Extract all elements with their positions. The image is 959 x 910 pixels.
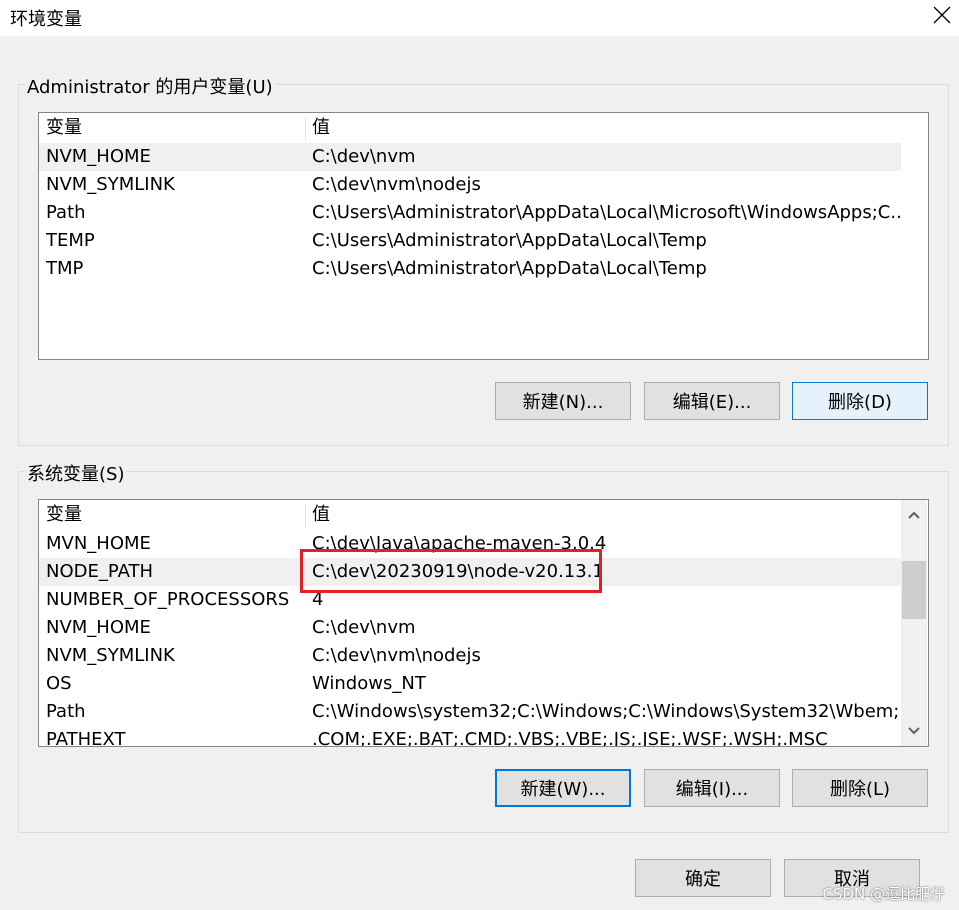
variable-name: NVM_SYMLINK	[46, 174, 175, 195]
variable-name: MVN_HOME	[46, 533, 151, 554]
column-header-name[interactable]: 变量	[46, 113, 82, 143]
system-var-row[interactable]: OS Windows_NT	[39, 670, 901, 698]
user-vars-group-label: Administrator 的用户变量(U)	[25, 73, 275, 99]
system-var-row[interactable]: Path C:\Windows\system32;C:\Windows;C:\Wi…	[39, 698, 901, 726]
user-var-row[interactable]: TEMP C:\Users\Administrator\AppData\Local…	[39, 227, 901, 255]
column-divider[interactable]	[305, 504, 306, 528]
title-bar: 环境变量	[0, 0, 959, 36]
close-icon[interactable]	[924, 0, 959, 30]
variable-value: C:\Users\Administrator\AppData\Local\Tem…	[312, 230, 707, 251]
user-edit-button[interactable]: 编辑(E)...	[644, 382, 780, 420]
variable-name: NODE_PATH	[46, 561, 154, 582]
system-vars-scrollbar[interactable]	[901, 500, 927, 746]
user-vars-list[interactable]: 变量 值 NVM_HOME C:\dev\nvm NVM_SYMLINK C:\dev…	[38, 112, 929, 360]
user-var-row[interactable]: TMP C:\Users\Administrator\AppData\Local\…	[39, 255, 901, 283]
system-edit-button[interactable]: 编辑(I)...	[644, 769, 780, 807]
variable-value: C:\Users\Administrator\AppData\Local\Mic…	[312, 202, 901, 223]
column-header-value[interactable]: 值	[312, 500, 330, 530]
annotation-highlight-box	[300, 549, 602, 593]
variable-name: Path	[46, 202, 86, 223]
variable-value: C:\dev\nvm	[312, 617, 416, 638]
column-header-name[interactable]: 变量	[46, 500, 82, 530]
user-var-row[interactable]: Path C:\Users\Administrator\AppData\Local…	[39, 199, 901, 227]
column-header-value[interactable]: 值	[312, 113, 330, 143]
variable-value: C:\dev\nvm	[312, 146, 416, 167]
variable-value: C:\dev\nvm\nodejs	[312, 174, 481, 195]
variable-name: TEMP	[46, 230, 95, 251]
column-divider[interactable]	[305, 117, 306, 141]
variable-name: NUMBER_OF_PROCESSORS	[46, 589, 290, 610]
variable-name: NVM_SYMLINK	[46, 645, 175, 666]
variable-name: NVM_HOME	[46, 146, 151, 167]
system-vars-group-label: 系统变量(S)	[25, 460, 127, 486]
variable-name: TMP	[46, 258, 84, 279]
system-var-row[interactable]: NVM_HOME C:\dev\nvm	[39, 614, 901, 642]
user-delete-button[interactable]: 删除(D)	[792, 382, 928, 420]
variable-value: C:\dev\nvm\nodejs	[312, 645, 481, 666]
variable-name: NVM_HOME	[46, 617, 151, 638]
user-var-row[interactable]: NVM_SYMLINK C:\dev\nvm\nodejs	[39, 171, 901, 199]
system-vars-list[interactable]: 变量 值 MVN_HOME C:\dev\Java\apache-maven-3.…	[38, 499, 929, 747]
variable-name: Path	[46, 701, 86, 722]
window-title: 环境变量	[10, 9, 82, 30]
ok-button[interactable]: 确定	[635, 859, 771, 897]
user-vars-header: 变量 值	[39, 113, 901, 143]
watermark: CSDN @逗比肥仔	[822, 885, 945, 903]
scrollbar-thumb[interactable]	[902, 561, 926, 619]
chevron-up-icon[interactable]	[901, 500, 927, 530]
user-var-row[interactable]: NVM_HOME C:\dev\nvm	[39, 143, 901, 171]
system-vars-header: 变量 值	[39, 500, 901, 530]
variable-name: OS	[46, 673, 72, 694]
variable-value: Windows_NT	[312, 673, 426, 694]
user-new-button[interactable]: 新建(N)...	[495, 382, 631, 420]
system-new-button[interactable]: 新建(W)...	[495, 769, 631, 807]
variable-name: PATHEXT	[46, 729, 126, 747]
system-var-row[interactable]: NVM_SYMLINK C:\dev\nvm\nodejs	[39, 642, 901, 670]
variable-value: .COM;.EXE;.BAT;.CMD;.VBS;.VBE;.JS;.JSE;.…	[312, 729, 828, 747]
system-var-row[interactable]: PATHEXT .COM;.EXE;.BAT;.CMD;.VBS;.VBE;.JS…	[39, 726, 901, 747]
variable-value: C:\Windows\system32;C:\Windows;C:\Window…	[312, 701, 901, 722]
system-delete-button[interactable]: 删除(L)	[792, 769, 928, 807]
chevron-down-icon[interactable]	[901, 716, 927, 746]
variable-value: C:\Users\Administrator\AppData\Local\Tem…	[312, 258, 707, 279]
